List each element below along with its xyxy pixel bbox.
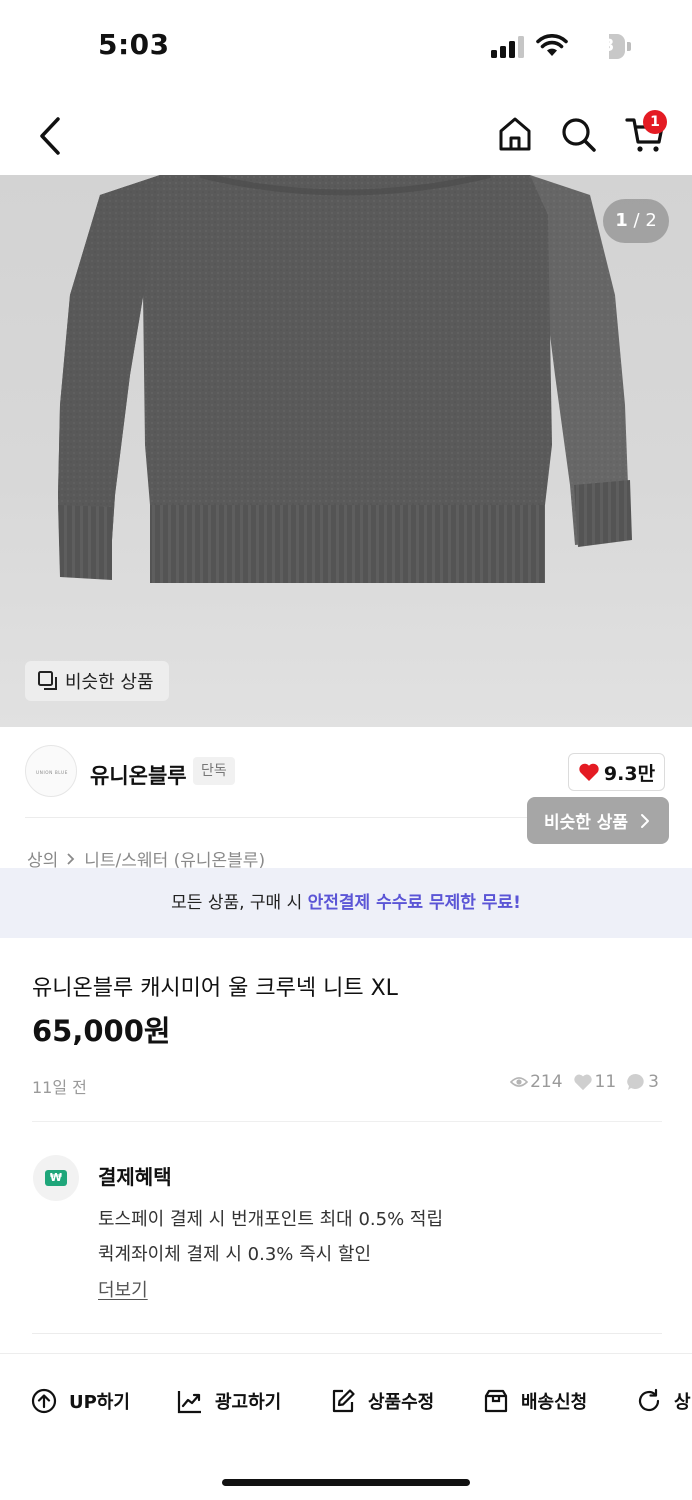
battery-level: 63: [590, 36, 615, 56]
views-stat: 214: [510, 1072, 563, 1092]
similar-button-label: 비슷한 상품: [543, 813, 629, 833]
seller-name[interactable]: 유니온블루: [90, 760, 187, 790]
image-counter: 1 / 2: [603, 199, 669, 243]
product-title: 유니온블루 캐시미어 울 크루넥 니트 XL: [32, 976, 398, 1001]
chats-stat: 3: [626, 1072, 659, 1092]
svg-text:UNION BLUE: UNION BLUE: [36, 770, 68, 775]
shipping-request-button[interactable]: 배송신청: [483, 1386, 587, 1416]
status-change-button[interactable]: 상: [636, 1386, 691, 1416]
likes-stat: 11: [573, 1072, 617, 1092]
back-icon[interactable]: [30, 111, 70, 161]
benefit-more-link[interactable]: 더보기: [98, 1276, 148, 1302]
like-button[interactable]: 9.3만: [568, 753, 665, 791]
search-icon[interactable]: [558, 114, 598, 154]
heart-outline-icon: [573, 1074, 592, 1091]
wifi-icon: [536, 34, 568, 56]
benefit-toss: 토스페이 결제 시 번개포인트 최대 0.5% 적립: [98, 1209, 444, 1230]
similar-products-button[interactable]: 비슷한 상품: [527, 797, 669, 844]
edit-icon: [332, 1389, 355, 1413]
banner-highlight: 안전결제 수수료 무제한 무료!: [307, 893, 521, 913]
similar-products-chip[interactable]: 비슷한 상품: [25, 661, 169, 701]
benefit-transfer: 퀵계좌이체 결제 시 0.3% 즉시 할인: [98, 1244, 372, 1265]
trending-up-icon: [177, 1391, 201, 1414]
product-image[interactable]: [0, 175, 692, 727]
home-indicator: [222, 1479, 470, 1486]
chats-count: 3: [648, 1072, 659, 1092]
sweater-photo: [58, 175, 632, 583]
like-count: 9.3만: [603, 762, 656, 785]
box-icon: [484, 1389, 508, 1413]
refresh-icon: [638, 1388, 660, 1412]
safe-payment-banner[interactable]: 모든 상품, 구매 시 안전결제 수수료 무제한 무료!: [0, 868, 692, 938]
advertise-button[interactable]: 광고하기: [177, 1386, 281, 1416]
posted-time: 11일 전: [32, 1078, 87, 1097]
advertise-label: 광고하기: [215, 1392, 282, 1413]
divider: [32, 1121, 662, 1122]
divider: [32, 1333, 662, 1334]
seller-logo[interactable]: UNION BLUE: [25, 745, 77, 797]
exclusive-tag: 단독: [193, 757, 235, 785]
chat-bubble-icon: [627, 1073, 644, 1090]
benefit-title: 결제혜택: [98, 1165, 172, 1189]
likes-count: 11: [594, 1072, 617, 1092]
seller-action-bar: UP하기 광고하기 상품수정 배송신청 상: [0, 1353, 692, 1448]
eye-icon: [510, 1077, 529, 1087]
battery-icon: 63: [580, 34, 631, 59]
up-button[interactable]: UP하기: [31, 1386, 130, 1416]
shipping-label: 배송신청: [521, 1392, 588, 1413]
heart-icon: [579, 763, 599, 781]
similar-chip-label: 비슷한 상품: [65, 672, 154, 693]
won-icon: ₩: [45, 1170, 67, 1186]
status-label: 상: [674, 1392, 691, 1413]
up-label: UP하기: [69, 1392, 130, 1413]
edit-label: 상품수정: [368, 1392, 435, 1413]
top-nav-bar: [0, 95, 692, 175]
seller-logo-image: UNION BLUE: [36, 770, 68, 775]
product-stats: 214 11 3: [500, 1072, 659, 1092]
product-price: 65,000원: [32, 1014, 171, 1048]
chevron-right-icon: [67, 852, 75, 865]
edit-product-button[interactable]: 상품수정: [330, 1386, 434, 1416]
arrow-up-circle-icon: [31, 1388, 57, 1414]
copy-icon: [38, 671, 57, 690]
cart-count-badge: 1: [643, 110, 667, 134]
chevron-right-icon: [641, 813, 650, 828]
status-time: 5:03: [98, 28, 170, 61]
status-bar: 5:03 63: [0, 0, 692, 95]
home-icon[interactable]: [495, 114, 535, 154]
cellular-signal-icon: [491, 36, 525, 58]
views-count: 214: [530, 1072, 563, 1092]
payment-benefit-icon: ₩: [33, 1155, 79, 1201]
banner-text: 모든 상품, 구매 시: [171, 893, 308, 913]
